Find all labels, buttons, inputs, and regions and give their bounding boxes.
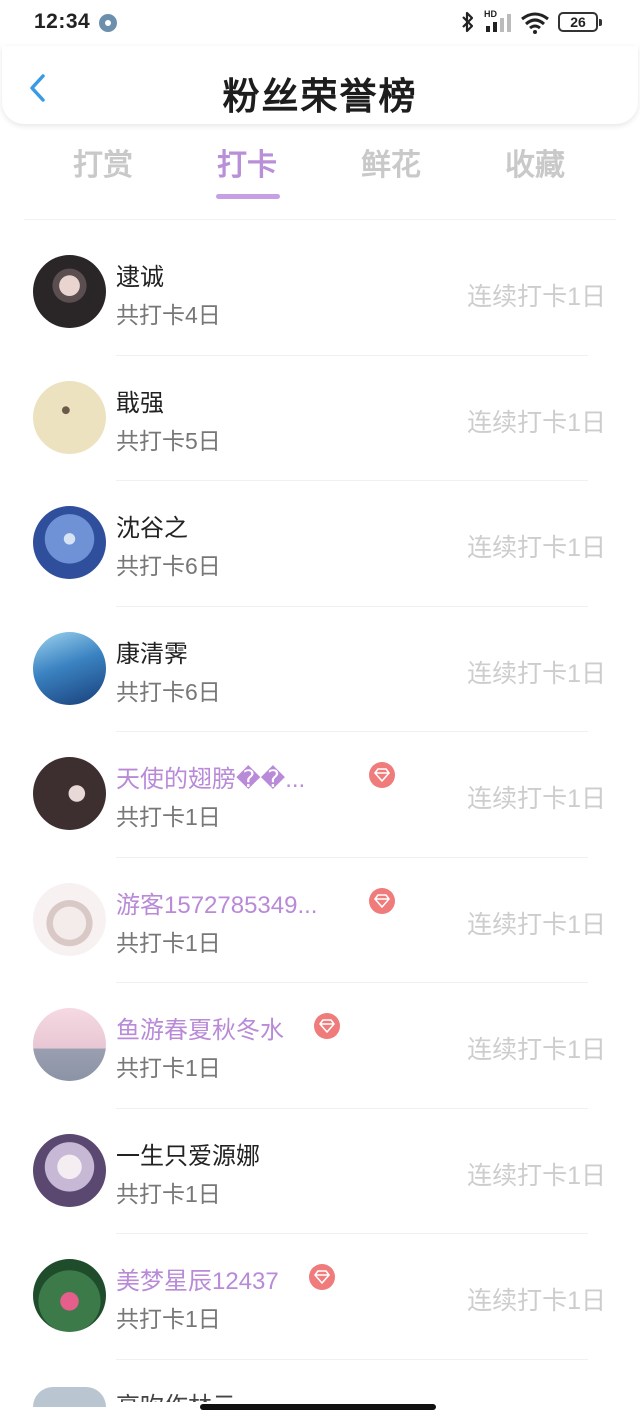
checkin-streak: 连续打卡1日 (467, 1287, 606, 1315)
checkin-total: 共打卡1日 (116, 1306, 221, 1332)
fan-name[interactable]: 高吹作林云 (116, 1386, 256, 1402)
list-item[interactable]: 鱼游春夏秋冬水 共打卡1日 连续打卡1日 (0, 983, 640, 1109)
vip-diamond-icon (309, 1264, 335, 1290)
bluetooth-icon (462, 11, 474, 33)
tab-reward[interactable]: 打赏 (53, 140, 153, 184)
battery-icon: 26 (558, 12, 602, 32)
checkin-streak: 连续打卡1日 (467, 910, 606, 939)
checkin-streak: 连续打卡1日 (467, 785, 606, 813)
tabs-divider (24, 219, 616, 220)
checkin-streak: 连续打卡1日 (467, 534, 606, 562)
app-header: 粉丝荣誉榜 (2, 46, 638, 124)
checkin-total: 共打卡6日 (116, 678, 221, 705)
tab-favorites[interactable]: 收藏 (485, 140, 585, 184)
list-item[interactable]: 康清霁 共打卡6日 连续打卡1日 (0, 607, 640, 732)
list-item[interactable]: 游客1572785349... 共打卡1日 连续打卡1日 (0, 858, 640, 983)
fan-name[interactable]: 美梦星辰12437 (116, 1261, 279, 1296)
list-item[interactable]: 美梦星辰12437 共打卡1日 连续打卡1日 (0, 1234, 640, 1360)
fan-list: 逮诚 共打卡4日 连续打卡1日 戢强 共打卡5日 连续打卡1日 沈谷之 共打卡6… (0, 230, 640, 1360)
checkin-total: 共打卡1日 (116, 804, 221, 830)
wifi-icon (521, 12, 549, 34)
avatar[interactable] (33, 380, 106, 454)
home-indicator[interactable] (200, 1404, 436, 1410)
active-tab-indicator (216, 194, 280, 199)
checkin-streak: 连续打卡1日 (467, 1161, 606, 1190)
list-item[interactable]: 天使的翅膀��... 共打卡1日 连续打卡1日 (0, 732, 640, 858)
avatar[interactable] (33, 1133, 106, 1207)
vip-diamond-icon (314, 1013, 340, 1039)
checkin-total: 共打卡4日 (116, 302, 221, 328)
fan-name[interactable]: 天使的翅膀��... (116, 759, 305, 794)
list-item[interactable]: 一生只爱源娜 共打卡1日 连续打卡1日 (0, 1109, 640, 1234)
fan-name[interactable]: 逮诚 (116, 257, 164, 292)
checkin-total: 共打卡6日 (116, 553, 221, 579)
avatar[interactable] (33, 506, 106, 579)
checkin-streak: 连续打卡1日 (467, 283, 606, 311)
fan-name[interactable]: 一生只爱源娜 (116, 1136, 260, 1171)
fan-name[interactable]: 游客1572785349... (116, 885, 317, 920)
tab-checkin[interactable]: 打卡 (197, 140, 297, 184)
list-item[interactable]: 沈谷之 共打卡6日 连续打卡1日 (0, 481, 640, 607)
tab-flowers[interactable]: 鲜花 (341, 140, 441, 184)
fan-name[interactable]: 沈谷之 (116, 508, 188, 543)
avatar[interactable] (33, 882, 106, 956)
checkin-streak: 连续打卡1日 (467, 408, 606, 437)
status-bar: 12:34 HD 26 (0, 0, 640, 46)
avatar[interactable] (33, 255, 106, 328)
avatar[interactable] (33, 631, 106, 705)
avatar[interactable] (33, 1259, 106, 1332)
checkin-streak: 连续打卡1日 (467, 1036, 606, 1064)
vip-diamond-icon (369, 762, 395, 788)
list-item[interactable]: 戢强 共打卡5日 连续打卡1日 (0, 356, 640, 481)
avatar[interactable] (33, 1387, 106, 1407)
divider (116, 1358, 588, 1360)
checkin-total: 共打卡1日 (116, 1055, 221, 1081)
page-title: 粉丝荣誉榜 (222, 76, 418, 117)
cellular-signal-icon: HD (484, 9, 511, 32)
fan-name[interactable]: 戢强 (116, 383, 164, 418)
vip-diamond-icon (369, 887, 395, 914)
tab-bar: 打赏 打卡 鲜花 收藏 (30, 140, 610, 202)
fan-name[interactable]: 康清霁 (116, 634, 188, 669)
status-time: 12:34 (34, 10, 91, 33)
network-type-label: HD (484, 9, 497, 19)
avatar[interactable] (33, 1008, 106, 1081)
checkin-total: 共打卡1日 (116, 929, 221, 956)
avatar[interactable] (33, 757, 106, 830)
checkin-total: 共打卡5日 (116, 427, 221, 454)
checkin-total: 共打卡1日 (116, 1180, 221, 1207)
settings-gear-icon (99, 14, 117, 32)
list-item[interactable]: 逮诚 共打卡4日 连续打卡1日 (0, 230, 640, 356)
checkin-streak: 连续打卡1日 (467, 659, 606, 688)
fan-name[interactable]: 鱼游春夏秋冬水 (116, 1010, 284, 1045)
